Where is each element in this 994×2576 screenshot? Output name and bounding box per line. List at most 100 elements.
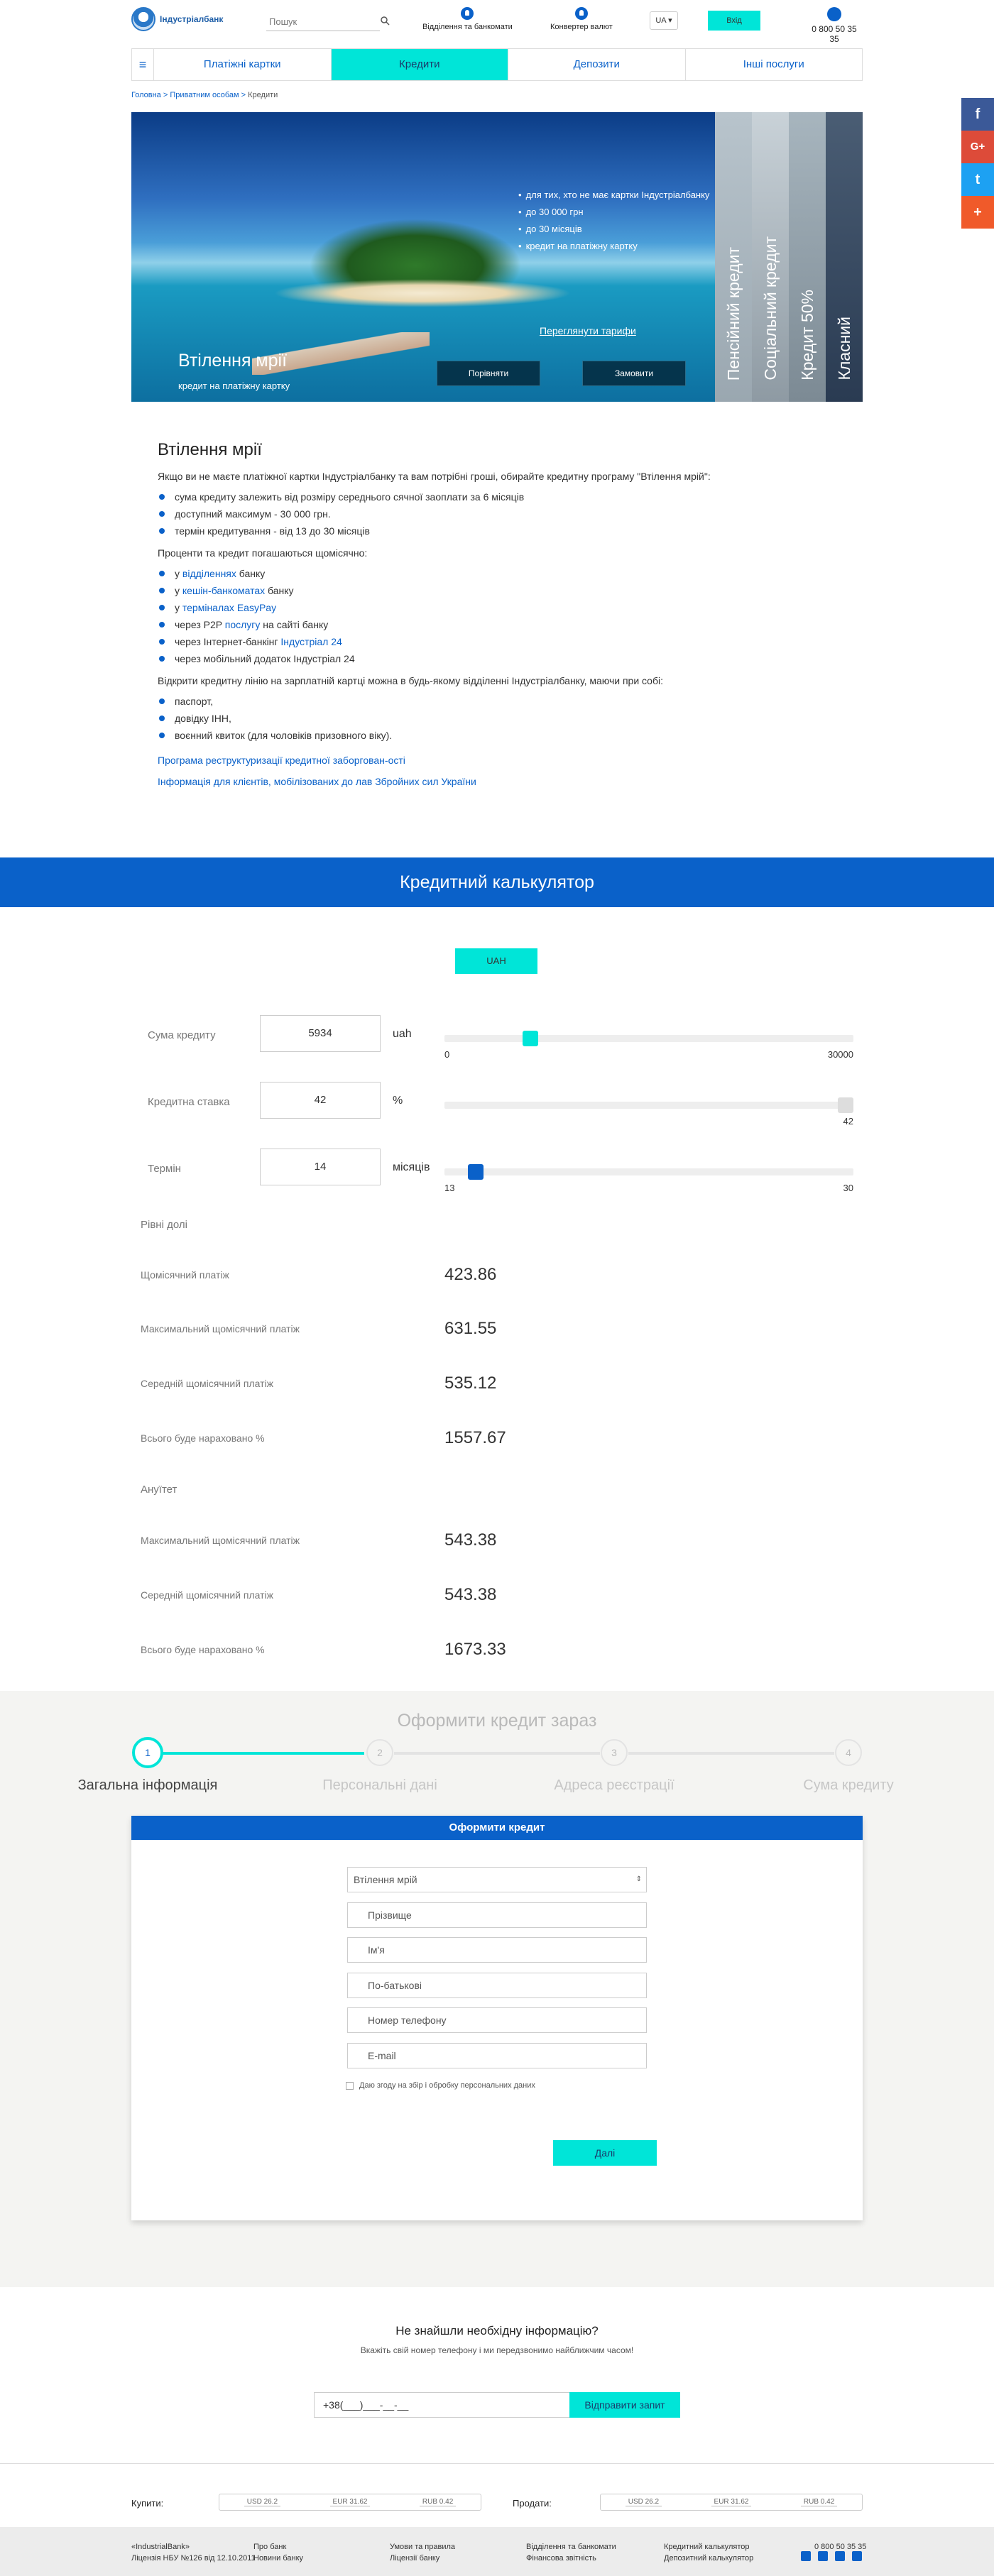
step-4[interactable]: 4	[835, 1739, 862, 1766]
nav-item-cards[interactable]: Платіжні картки	[153, 49, 331, 80]
amount-input[interactable]: 5934	[260, 1015, 381, 1052]
rate-value: USD 26.2	[625, 2498, 662, 2506]
skype-icon[interactable]	[852, 2551, 862, 2561]
tab-credit-50[interactable]: Кредит 50%	[789, 112, 826, 402]
easypay-inline-link[interactable]: терміналах EasyPay	[182, 602, 276, 613]
logo-mark-icon	[131, 7, 155, 31]
list-item: у відділеннях банку	[158, 565, 839, 582]
converter-link[interactable]: Конвертер валют	[550, 7, 613, 31]
open-intro: Відкрити кредитну лінію на зарплатній ка…	[158, 675, 663, 686]
rate-value: USD 26.2	[244, 2498, 281, 2506]
email-field[interactable]: E-mail	[347, 2043, 647, 2068]
share-icon[interactable]: +	[961, 196, 994, 229]
rate-input[interactable]: 42	[260, 1082, 381, 1119]
list-item: сума кредиту залежить від розміру середн…	[158, 488, 839, 505]
header-phone[interactable]: 0 800 50 35 35	[806, 7, 863, 44]
docs-list: паспорт, довідку ІНН, воєнний квиток (дл…	[158, 693, 839, 744]
mobile-icon[interactable]	[835, 2551, 845, 2561]
hero-title: Втілення мрії	[178, 351, 288, 371]
branches-link-label: Відділення та банкомати	[422, 23, 513, 31]
footer-link[interactable]: Ліцензії банку	[390, 2553, 455, 2564]
branches-link[interactable]: Відділення та банкомати	[422, 7, 513, 31]
step-1[interactable]: 1	[132, 1737, 163, 1768]
p2p-inline-link[interactable]: послугу	[225, 619, 261, 630]
consent-checkbox[interactable]	[346, 2081, 354, 2090]
amount-max: 30000	[827, 1049, 853, 1060]
article: Втілення мрії Якщо ви не маєте платіжної…	[158, 440, 839, 792]
login-button[interactable]: Вхід	[708, 11, 760, 31]
language-select[interactable]: UA ▾	[650, 11, 678, 30]
twitter-icon[interactable]: t	[961, 163, 994, 196]
footer-link[interactable]: Фінансова звітність	[526, 2553, 616, 2564]
callback-phone-input[interactable]: +38(___)___-__-__	[314, 2392, 571, 2418]
tab-social-credit[interactable]: Соціальний кредит	[752, 112, 789, 402]
step-3[interactable]: 3	[601, 1739, 628, 1766]
tab-label: Соціальний кредит	[760, 236, 780, 380]
rate-slider-thumb[interactable]	[838, 1097, 853, 1113]
converter-link-label: Конвертер валют	[550, 23, 613, 31]
term-slider[interactable]	[444, 1164, 853, 1180]
step-2[interactable]: 2	[366, 1739, 393, 1766]
google-plus-icon[interactable]: G+	[961, 131, 994, 163]
order-button[interactable]: Замовити	[582, 361, 686, 386]
buy-rates: USD 26.2 EUR 31.62 RUB 0.42	[219, 2494, 481, 2511]
search-icon[interactable]	[380, 16, 390, 26]
term-input[interactable]: 14	[260, 1149, 381, 1185]
terms-list: сума кредиту залежить від розміру середн…	[158, 488, 839, 539]
footer-link[interactable]: Кредитний калькулятор	[664, 2541, 753, 2553]
footer-link[interactable]: Новини банку	[253, 2553, 303, 2564]
footer-link[interactable]: Умови та правила	[390, 2541, 455, 2553]
amount-row: Сума кредиту 5934 uah 0 30000	[148, 1015, 858, 1060]
name-field[interactable]: Ім'я	[347, 1937, 647, 1963]
mobilized-info-link[interactable]: Інформація для клієнтів, мобілізованих д…	[158, 771, 839, 792]
atm-inline-link[interactable]: кешін-банкоматах	[182, 585, 265, 596]
consent-row[interactable]: Даю згоду на збір і обробку персональних…	[346, 2081, 535, 2090]
tab-pension-credit[interactable]: Пенсійний кредит	[715, 112, 752, 402]
amount-slider[interactable]	[444, 1031, 853, 1046]
breadcrumb-home[interactable]: Головна	[131, 91, 161, 99]
tab-klasnyi[interactable]: Класний	[826, 112, 863, 402]
nav-item-credits[interactable]: Кредити	[330, 49, 508, 80]
breadcrumb-private[interactable]: Приватним особам	[170, 91, 239, 99]
branches-inline-link[interactable]: відділеннях	[182, 568, 236, 579]
nav-item-deposits[interactable]: Депозити	[508, 49, 685, 80]
restructuring-link[interactable]: Програма реструктуризації кредитної забо…	[158, 750, 839, 771]
ib24-inline-link[interactable]: Індустріал 24	[280, 636, 342, 647]
result-label: Максимальний щомісячний платіж	[141, 1535, 300, 1546]
header-phone-number: 0 800 50 35 35	[812, 24, 857, 44]
nav-item-other[interactable]: Інші послуги	[684, 49, 863, 80]
next-button[interactable]: Далі	[553, 2140, 657, 2166]
term-slider-thumb[interactable]	[468, 1164, 484, 1180]
facebook-icon[interactable]: f	[961, 98, 994, 131]
program-select[interactable]: Втілення мрій ⇕	[347, 1867, 647, 1892]
footer-brand: «IndustrialBank»	[131, 2543, 190, 2551]
search-input[interactable]	[266, 13, 380, 31]
menu-icon[interactable]: ≡	[132, 49, 153, 80]
list-item: доступний максимум - 30 000 грн.	[158, 505, 839, 522]
list-item: через Інтернет-банкінг Індустріал 24	[158, 633, 839, 650]
footer-link[interactable]: Відділення та банкомати	[526, 2541, 616, 2553]
list-item: у терміналах EasyPay	[158, 599, 839, 616]
result-label: Всього буде нараховано %	[141, 1432, 265, 1444]
phone-field[interactable]: Номер телефону	[347, 2007, 647, 2033]
result-label: Середній щомісячний платіж	[141, 1378, 274, 1389]
form-title: Оформити кредит	[131, 1816, 863, 1840]
beach-shape	[273, 279, 572, 307]
footer-link[interactable]: Депозитний калькулятор	[664, 2553, 753, 2564]
step-4-label: Сума кредиту	[803, 1777, 894, 1793]
site-header: Індустріалбанк Відділення та банкомати К…	[131, 0, 863, 44]
footer-link[interactable]: Про банк	[253, 2541, 303, 2553]
mail-icon[interactable]	[801, 2551, 811, 2561]
callback-submit-button[interactable]: Відправити запит	[569, 2392, 680, 2418]
phone-icon[interactable]	[818, 2551, 828, 2561]
surname-field[interactable]: Прізвище	[347, 1902, 647, 1928]
bank-logo[interactable]: Індустріалбанк	[131, 7, 223, 31]
currency-button[interactable]: UAH	[455, 948, 537, 974]
compare-button[interactable]: Порівняти	[437, 361, 540, 386]
list-item: воєнний квиток (для чоловіків призовного…	[158, 727, 839, 744]
rate-slider[interactable]	[444, 1097, 853, 1113]
footer-license: Ліцензія НБУ №126 від 12.10.2011	[131, 2554, 256, 2563]
amount-slider-thumb[interactable]	[523, 1031, 538, 1046]
tariffs-link[interactable]: Переглянути тарифи	[540, 325, 636, 336]
patronymic-field[interactable]: По-батькові	[347, 1973, 647, 1998]
